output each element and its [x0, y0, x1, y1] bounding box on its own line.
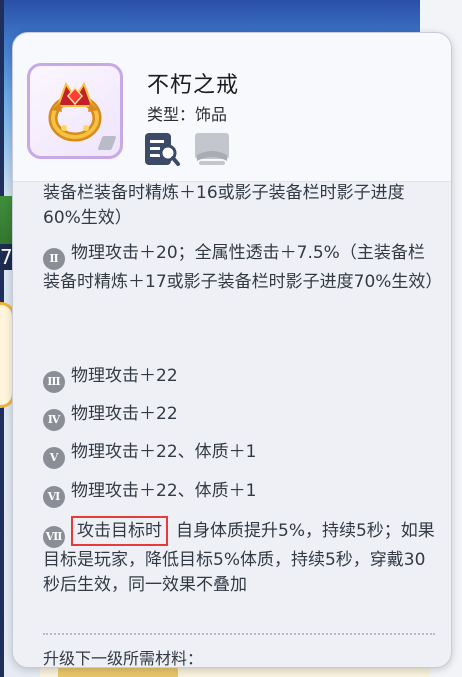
numeral-badge: Ⅴ — [43, 447, 65, 469]
inspect-list-icon — [145, 133, 180, 166]
item-icon-frame — [27, 63, 123, 159]
attribute-row: Ⅳ 物理攻击＋22 — [43, 402, 441, 431]
item-name: 不朽之戒 — [147, 73, 240, 98]
attribute-text: 物理攻击＋22 — [71, 366, 178, 386]
attribute-text: 物理攻击＋22、体质＋1 — [71, 481, 257, 501]
attribute-text: 物理攻击＋20；全属性透击＋7.5%（主装备栏装备时精炼＋17或影子装备栏时影子… — [43, 243, 443, 292]
attribute-text: 装备栏装备时精炼＋16或影子装备栏时影子进度60%生效） — [43, 183, 405, 228]
highlighted-trigger-text: 攻击目标时 — [71, 516, 168, 546]
book-icon — [195, 133, 229, 165]
attribute-row: 装备栏装备时精炼＋16或影子装备栏时影子进度60%生效） — [43, 183, 441, 231]
item-tooltip-panel: 不朽之戒 类型：饰品 装备栏装备时精炼＋16或影子装备栏时影子进度60%生效） — [12, 32, 452, 668]
numeral-badge: Ⅲ — [43, 371, 65, 393]
numeral-badge: Ⅵ — [43, 486, 65, 508]
attribute-row: Ⅴ 物理攻击＋22、体质＋1 — [43, 440, 441, 469]
attribute-list[interactable]: 装备栏装备时精炼＋16或影子装备栏时影子进度60%生效） Ⅱ 物理攻击＋20；全属… — [13, 183, 451, 667]
attribute-row: Ⅶ 攻击目标时 自身体质提升5%，持续5秒；如果目标是玩家，降低目标5%体质，持续5… — [43, 516, 441, 598]
tooltip-header: 不朽之戒 类型：饰品 — [13, 33, 451, 182]
numeral-badge: Ⅱ — [43, 248, 65, 270]
attribute-row: Ⅲ 物理攻击＋22 — [43, 364, 441, 393]
divider — [43, 633, 435, 635]
numeral-badge: Ⅳ — [43, 409, 65, 431]
item-type: 类型：饰品 — [147, 105, 228, 124]
book-button[interactable] — [193, 131, 231, 167]
inspect-button[interactable] — [143, 131, 181, 167]
numeral-badge: Ⅶ — [43, 526, 65, 548]
attribute-row: Ⅵ 物理攻击＋22、体质＋1 — [43, 479, 441, 508]
upgrade-materials-label: 升级下一级所需材料： — [43, 649, 204, 667]
attribute-text: 物理攻击＋22 — [71, 404, 178, 424]
attribute-row: Ⅱ 物理攻击＋20；全属性透击＋7.5%（主装备栏装备时精炼＋17或影子装备栏时影… — [43, 241, 443, 295]
attribute-text: 物理攻击＋22、体质＋1 — [71, 442, 257, 462]
